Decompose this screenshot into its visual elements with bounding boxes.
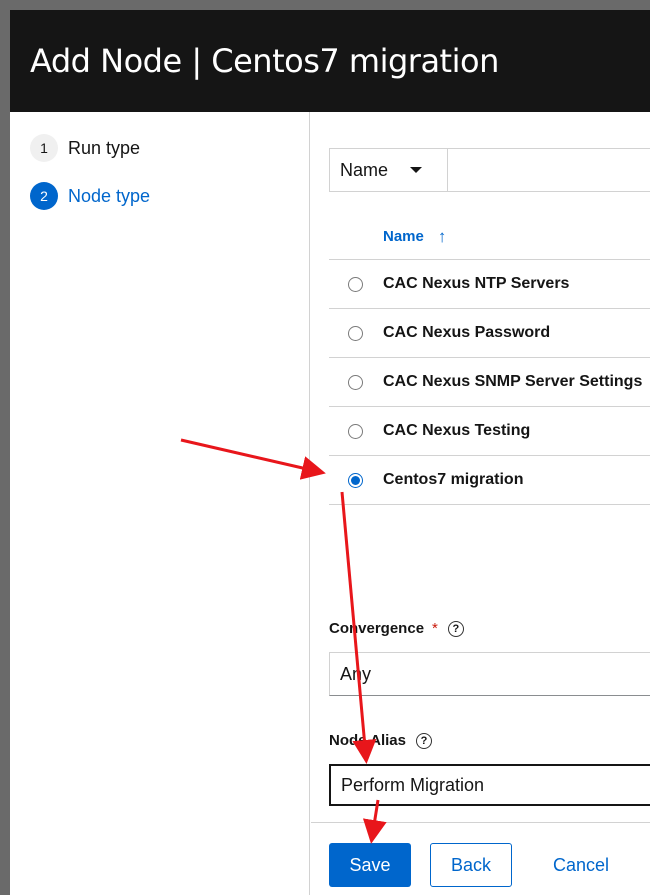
- cancel-button[interactable]: Cancel: [541, 843, 621, 887]
- row-radio[interactable]: [348, 374, 363, 390]
- table-header: Name ↑: [329, 214, 650, 260]
- wizard-body: Name Name ↑ CAC Nexus NTP Servers CAC Ne…: [311, 112, 650, 895]
- wizard-step-run-type[interactable]: 1 Run type: [30, 134, 140, 162]
- filter-search-input[interactable]: [448, 149, 650, 191]
- table-row[interactable]: CAC Nexus Testing: [329, 407, 650, 456]
- convergence-select[interactable]: Any: [329, 652, 650, 696]
- row-name: CAC Nexus SNMP Server Settings: [383, 373, 643, 390]
- row-name: CAC Nexus Password: [383, 324, 551, 341]
- add-node-modal: Add Node | Centos7 migration 1 Run type …: [10, 10, 650, 895]
- table-row[interactable]: CAC Nexus NTP Servers: [329, 260, 650, 309]
- back-button[interactable]: Back: [430, 843, 512, 887]
- convergence-label: Convergence * ?: [329, 620, 464, 637]
- row-name: CAC Nexus Testing: [383, 422, 531, 439]
- modal-footer: Save Back Cancel: [311, 822, 650, 895]
- node-alias-label-text: Node Alias: [329, 732, 406, 749]
- node-type-table: Name ↑ CAC Nexus NTP Servers CAC Nexus P…: [329, 214, 650, 505]
- step-number: 1: [30, 134, 58, 162]
- filter-attribute-value: Name: [340, 159, 389, 180]
- table-row-selected[interactable]: Centos7 migration: [329, 456, 650, 505]
- row-radio[interactable]: [348, 423, 363, 439]
- node-alias-label: Node Alias ?: [329, 732, 432, 749]
- save-button[interactable]: Save: [329, 843, 411, 887]
- question-circle-icon[interactable]: ?: [447, 620, 464, 637]
- wizard-step-node-type[interactable]: 2 Node type: [30, 182, 150, 210]
- required-marker: *: [432, 620, 438, 637]
- node-alias-input[interactable]: Perform Migration: [329, 764, 650, 806]
- caret-down-icon: [410, 167, 423, 173]
- step-label: Run type: [68, 137, 141, 158]
- row-radio[interactable]: [348, 325, 363, 341]
- row-name: CAC Nexus NTP Servers: [383, 275, 570, 292]
- question-circle-icon[interactable]: ?: [415, 732, 432, 749]
- convergence-label-text: Convergence: [329, 620, 425, 637]
- table-row[interactable]: CAC Nexus Password: [329, 309, 650, 358]
- row-name: Centos7 migration: [383, 471, 524, 488]
- filter-toolbar: Name: [329, 148, 650, 192]
- wizard-nav: 1 Run type 2 Node type: [10, 112, 310, 895]
- table-row[interactable]: CAC Nexus SNMP Server Settings: [329, 358, 650, 407]
- modal-title: Add Node | Centos7 migration: [30, 42, 499, 80]
- filter-attribute-select[interactable]: Name: [330, 149, 448, 191]
- row-radio-selected[interactable]: [348, 472, 363, 488]
- modal-header: Add Node | Centos7 migration: [10, 10, 650, 112]
- row-radio[interactable]: [348, 276, 363, 292]
- column-header-name[interactable]: Name: [383, 228, 424, 245]
- step-label: Node type: [68, 185, 151, 206]
- sort-ascending-icon[interactable]: ↑: [438, 227, 447, 247]
- step-number: 2: [30, 182, 58, 210]
